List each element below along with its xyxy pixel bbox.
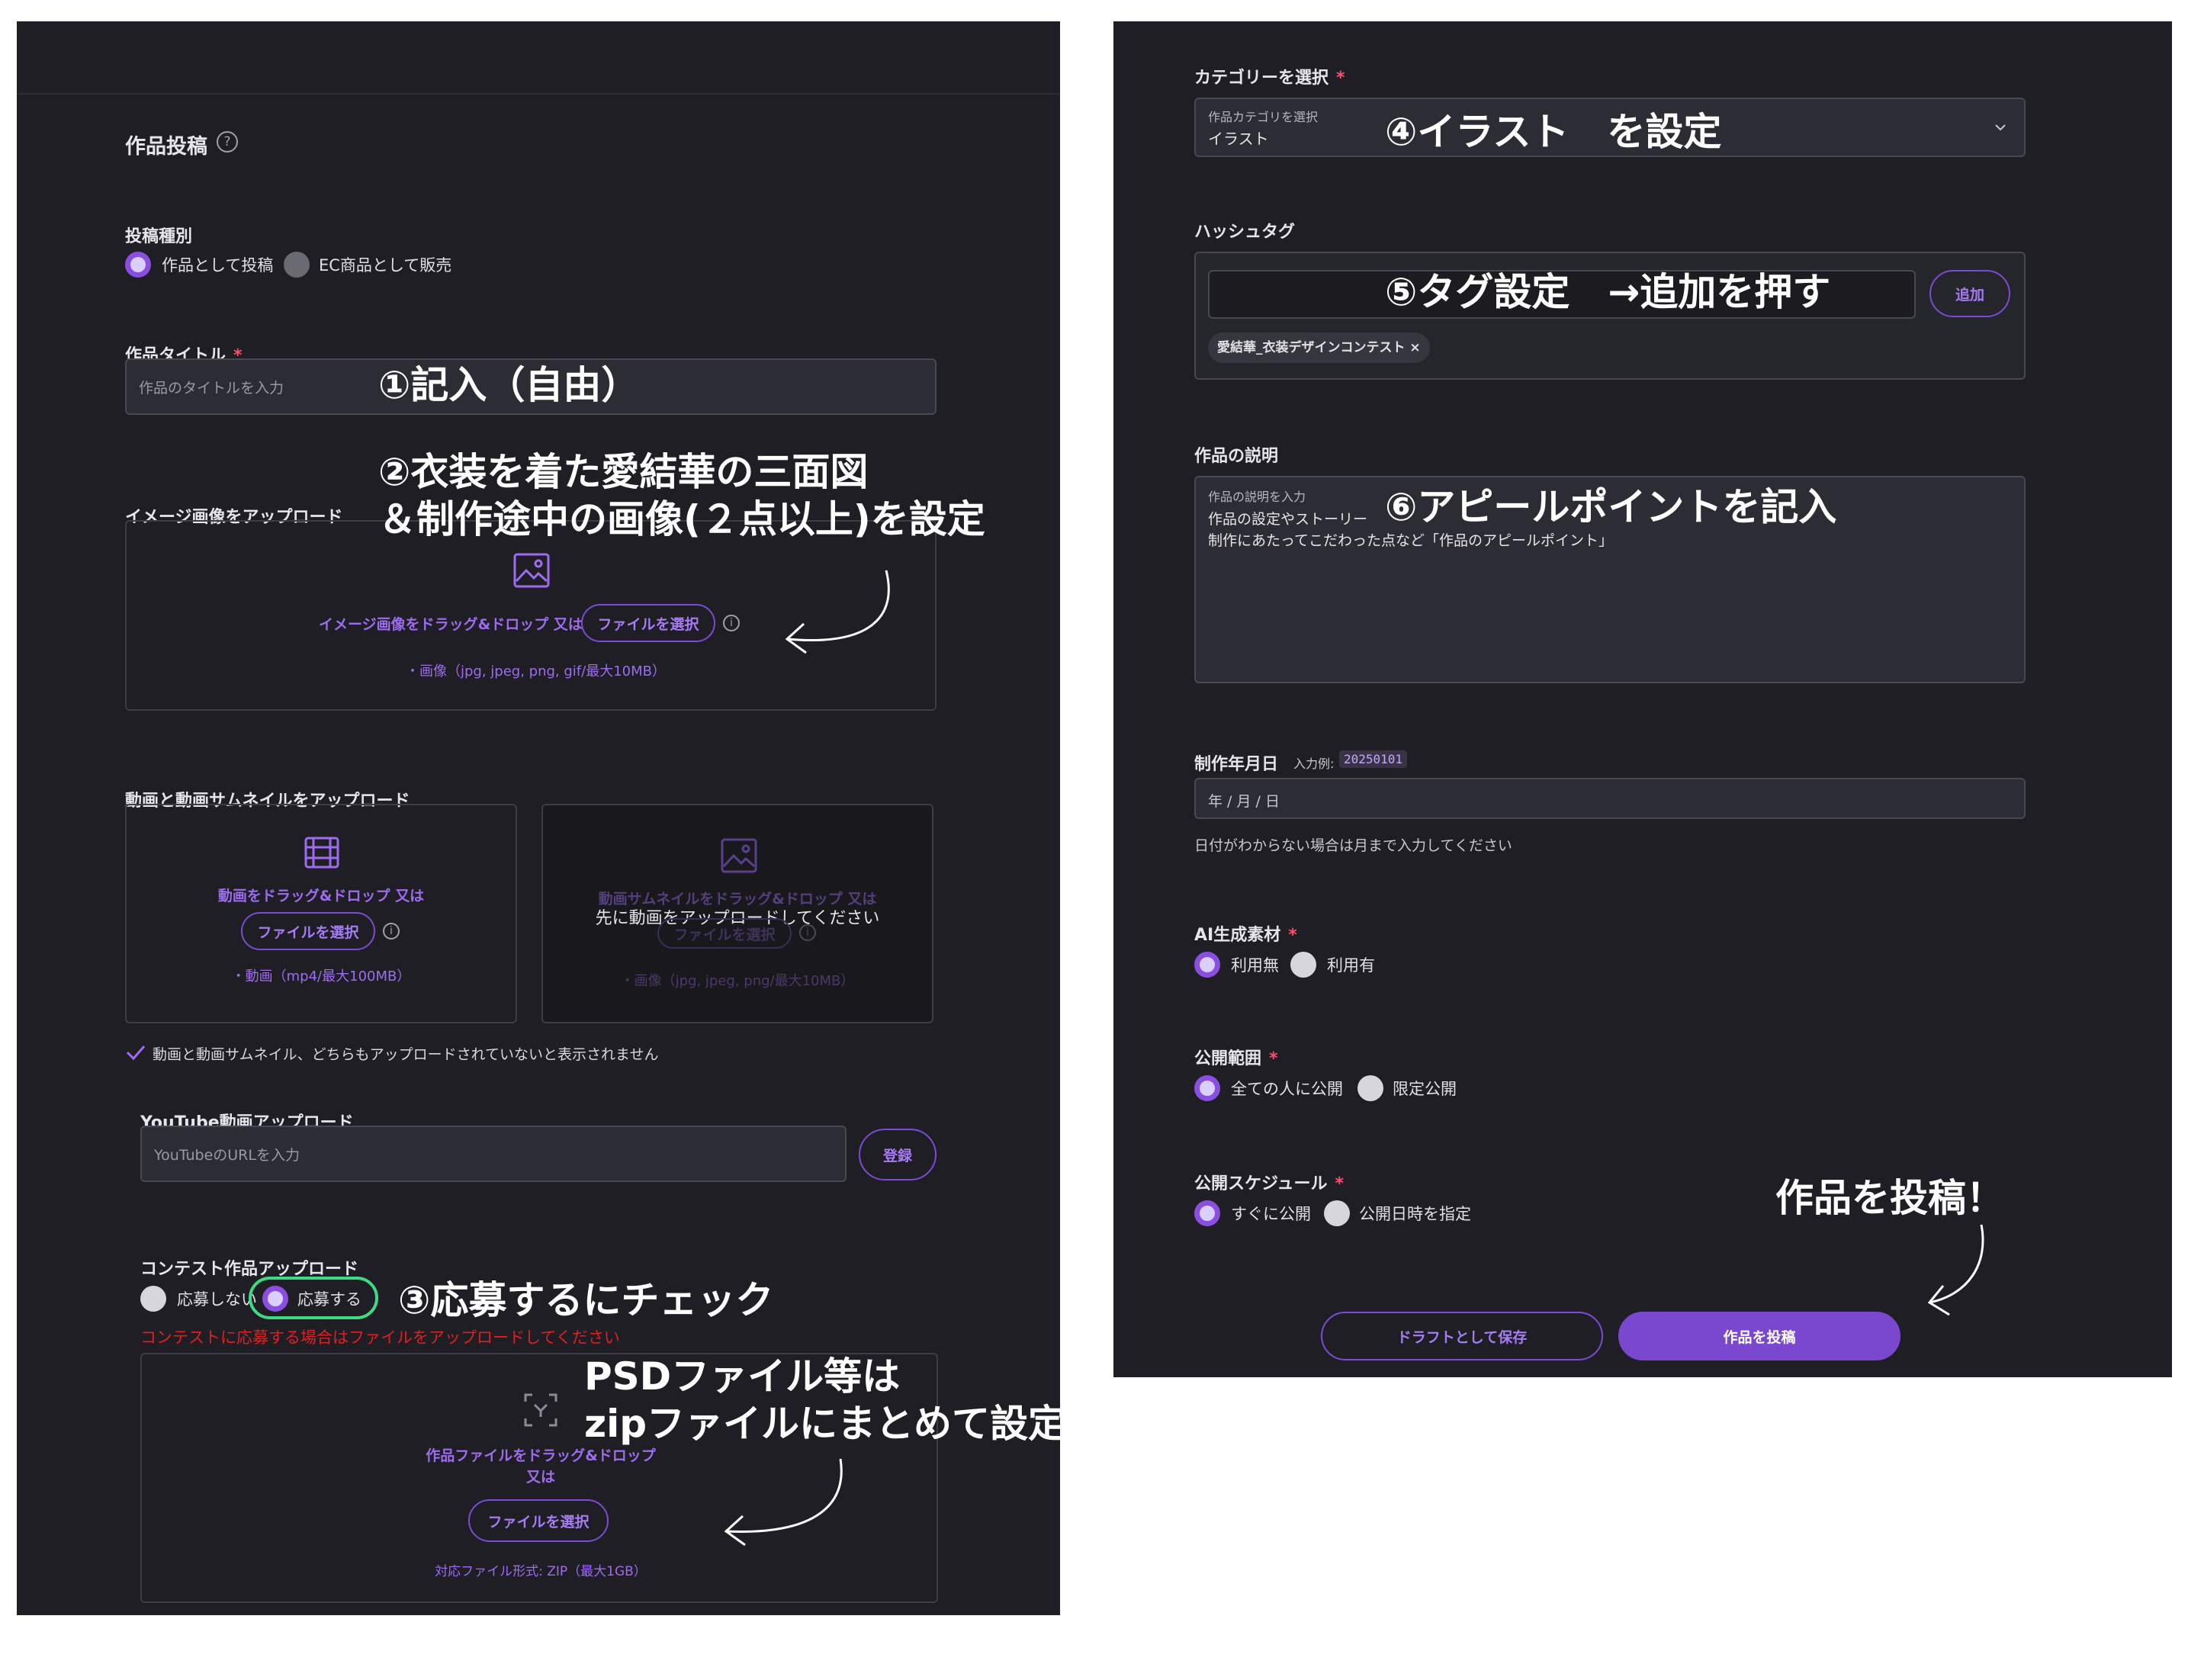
radio-label-post-as-work: 作品として投稿 — [162, 256, 274, 275]
radio-schedule-specify[interactable] — [1324, 1200, 1350, 1226]
thumbnail-dropzone: 動画サムネイルをドラッグ&ドロップ 又は 先に動画をアップロードしてください フ… — [541, 804, 933, 1023]
annotation-5: ⑤タグ設定 →追加を押す — [1385, 270, 1831, 314]
video-info-icon[interactable]: i — [383, 923, 400, 940]
description-line-1: 作品の設定やストーリー — [1208, 511, 1368, 528]
video-dropzone[interactable]: 動画をドラッグ&ドロップ 又は ファイルを選択 i ・動画（mp4/最大100M… — [125, 804, 517, 1023]
image-drop-text: イメージ画像をドラッグ&ドロップ 又は — [319, 616, 583, 633]
thumbnail-file-select-button: ファイルを選択 — [657, 918, 792, 949]
radio-label-visibility-public: 全ての人に公開 — [1231, 1080, 1343, 1098]
right-panel: カテゴリーを選択 * 作品カテゴリを選択 イラスト ④イラスト を設定 ハッシュタ… — [1113, 21, 2172, 1377]
thumbnail-image-icon — [721, 838, 757, 873]
radio-label-ai-used: 利用有 — [1327, 956, 1375, 975]
annotation-4: ④イラスト を設定 — [1385, 110, 1722, 154]
annotation-arrow-icon-3 — [1927, 1224, 1984, 1316]
annotation-arrow-icon-2 — [724, 1458, 843, 1547]
hashtag-label: ハッシュタグ — [1194, 223, 1296, 242]
contest-drop-text-2: 又は — [525, 1469, 555, 1486]
thumbnail-info-icon: i — [799, 924, 816, 941]
date-help: 日付がわからない場合は月まで入力してください — [1194, 837, 1512, 854]
youtube-url-input[interactable]: YouTubeのURLを入力 — [140, 1126, 847, 1182]
date-example-label: 入力例: — [1293, 756, 1335, 771]
contest-file-select-button[interactable]: ファイルを選択 — [468, 1499, 609, 1542]
radio-sell-as-ec[interactable] — [284, 252, 310, 278]
post-type-label: 投稿種別 — [125, 227, 193, 246]
date-example: 20250101 — [1339, 750, 1408, 768]
category-value: イラスト — [1208, 130, 1269, 148]
help-icon[interactable]: ? — [217, 131, 238, 153]
video-file-note: ・動画（mp4/最大100MB） — [231, 968, 411, 985]
annotation-3: ③応募するにチェック — [398, 1278, 774, 1322]
youtube-register-button[interactable]: 登録 — [859, 1129, 937, 1180]
work-title-placeholder: 作品のタイトルを入力 — [139, 380, 284, 397]
annotation-arrow-icon — [785, 570, 890, 654]
image-icon — [513, 553, 550, 588]
radio-label-visibility-limited: 限定公開 — [1393, 1080, 1457, 1098]
radio-schedule-now[interactable] — [1194, 1200, 1220, 1226]
video-file-select-button[interactable]: ファイルを選択 — [241, 912, 375, 950]
radio-post-as-work[interactable] — [125, 252, 151, 278]
image-info-icon[interactable]: i — [723, 615, 740, 631]
thumbnail-file-note: ・画像（jpg, jpeg, png/最大10MB） — [620, 973, 855, 989]
category-floating-label: 作品カテゴリを選択 — [1208, 110, 1319, 124]
save-draft-button[interactable]: ドラフトとして保存 — [1321, 1312, 1603, 1360]
radio-label-schedule-specify: 公開日時を指定 — [1359, 1205, 1471, 1223]
archive-icon — [524, 1393, 557, 1427]
schedule-label: 公開スケジュール * — [1194, 1174, 1344, 1193]
image-file-note: ・画像（jpg, jpeg, png, gif/最大10MB） — [406, 663, 666, 679]
description-line-2: 制作にあたってこだわった点など「作品のアピールポイント」 — [1208, 532, 1614, 549]
annotation-1: ①記入（自由） — [378, 363, 640, 407]
film-icon — [304, 837, 339, 869]
chevron-down-icon — [1995, 124, 2006, 131]
annotation-psd-line2: zipファイルにまとめて設定 — [584, 1402, 1067, 1446]
radio-label-sell-as-ec: EC商品として販売 — [319, 256, 452, 275]
radio-label-schedule-now: すぐに公開 — [1231, 1205, 1311, 1223]
radio-ai-none[interactable] — [1194, 952, 1220, 978]
image-file-select-button[interactable]: ファイルを選択 — [581, 604, 715, 642]
radio-contest-yes[interactable] — [262, 1286, 288, 1312]
date-input[interactable]: 年 / 月 / 日 — [1194, 778, 2026, 819]
radio-visibility-limited[interactable] — [1357, 1075, 1383, 1101]
hashtag-chip[interactable]: 愛結華_衣装デザインコンテスト × — [1208, 332, 1430, 363]
post-work-button[interactable]: 作品を投稿 — [1618, 1312, 1900, 1360]
annotation-6: ⑥アピールポイントを記入 — [1385, 485, 1837, 529]
radio-label-contest-yes: 応募する — [297, 1290, 361, 1309]
annotation-2-line1: ②衣装を着た愛結華の三面図 — [378, 450, 869, 494]
check-icon — [126, 1046, 146, 1061]
left-panel: 作品投稿 ? 投稿種別 作品として投稿 EC商品として販売 作品タイトル * 作品… — [17, 21, 1066, 1615]
radio-label-contest-no: 応募しない — [177, 1290, 257, 1309]
radio-label-ai-none: 利用無 — [1231, 956, 1279, 975]
radio-visibility-public[interactable] — [1194, 1075, 1220, 1101]
video-notice: 動画と動画サムネイル、どちらもアップロードされていないと表示されません — [153, 1046, 659, 1063]
annotation-psd-line1: PSDファイル等は — [584, 1354, 901, 1399]
radio-ai-used[interactable] — [1290, 952, 1316, 978]
page-title: 作品投稿 — [125, 135, 207, 159]
youtube-url-placeholder: YouTubeのURLを入力 — [154, 1147, 300, 1164]
video-drop-text: 動画をドラッグ&ドロップ 又は — [217, 888, 425, 904]
description-floating-label: 作品の説明を入力 — [1208, 490, 1306, 504]
contest-file-note: 対応ファイル形式: ZIP（最大1GB） — [435, 1564, 647, 1579]
top-divider — [17, 93, 1060, 95]
category-label: カテゴリーを選択 * — [1194, 69, 1345, 88]
ai-label: AI生成素材 * — [1194, 926, 1297, 945]
hashtag-add-button[interactable]: 追加 — [1929, 270, 2010, 317]
annotation-submit: 作品を投稿！ — [1775, 1176, 2004, 1220]
visibility-label: 公開範囲 * — [1194, 1049, 1278, 1068]
annotation-2-line2: ＆制作途中の画像(２点以上)を設定 — [378, 497, 985, 541]
radio-contest-no[interactable] — [140, 1286, 166, 1312]
date-placeholder: 年 / 月 / 日 — [1208, 793, 1280, 810]
contest-warning: コンテストに応募する場合はファイルをアップロードしてください — [140, 1328, 620, 1347]
date-label: 制作年月日 — [1194, 755, 1279, 774]
description-label: 作品の説明 — [1194, 447, 1279, 466]
